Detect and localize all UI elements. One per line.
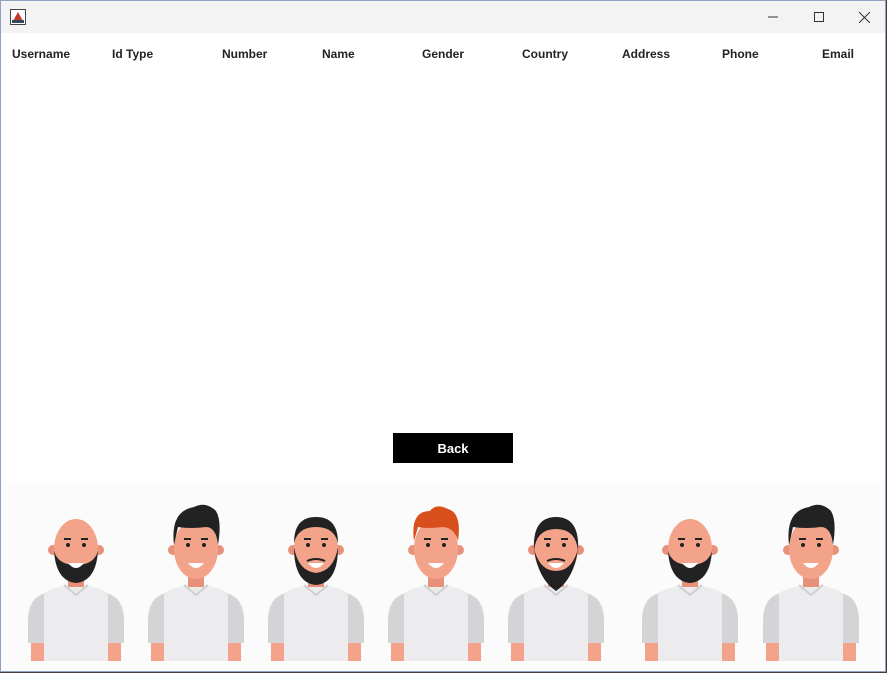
column-number[interactable]: Number xyxy=(222,47,267,61)
close-button[interactable] xyxy=(841,1,885,33)
maximize-icon xyxy=(814,12,824,22)
title-bar[interactable] xyxy=(1,1,885,33)
person-figure xyxy=(268,517,364,661)
table-header: Username Id Type Number Name Gender Coun… xyxy=(1,33,885,78)
person-figure xyxy=(148,504,244,661)
column-email[interactable]: Email xyxy=(822,47,854,61)
people-illustration-svg xyxy=(28,504,859,661)
person-figure xyxy=(763,504,859,661)
column-username[interactable]: Username xyxy=(12,47,70,61)
column-id-type[interactable]: Id Type xyxy=(112,47,153,61)
person-figure xyxy=(388,506,484,661)
people-illustration xyxy=(1,481,885,671)
column-country[interactable]: Country xyxy=(522,47,568,61)
person-figure xyxy=(642,519,738,661)
close-icon xyxy=(858,11,870,23)
person-figure xyxy=(508,517,604,661)
column-address[interactable]: Address xyxy=(622,47,670,61)
column-name[interactable]: Name xyxy=(322,47,355,61)
minimize-button[interactable] xyxy=(750,1,796,33)
app-window: Username Id Type Number Name Gender Coun… xyxy=(0,0,886,672)
column-gender[interactable]: Gender xyxy=(422,47,464,61)
person-figure xyxy=(28,519,124,661)
maximize-button[interactable] xyxy=(796,1,842,33)
minimize-icon xyxy=(768,16,778,18)
column-phone[interactable]: Phone xyxy=(722,47,759,61)
java-app-icon xyxy=(10,9,26,25)
back-button[interactable]: Back xyxy=(393,433,513,463)
